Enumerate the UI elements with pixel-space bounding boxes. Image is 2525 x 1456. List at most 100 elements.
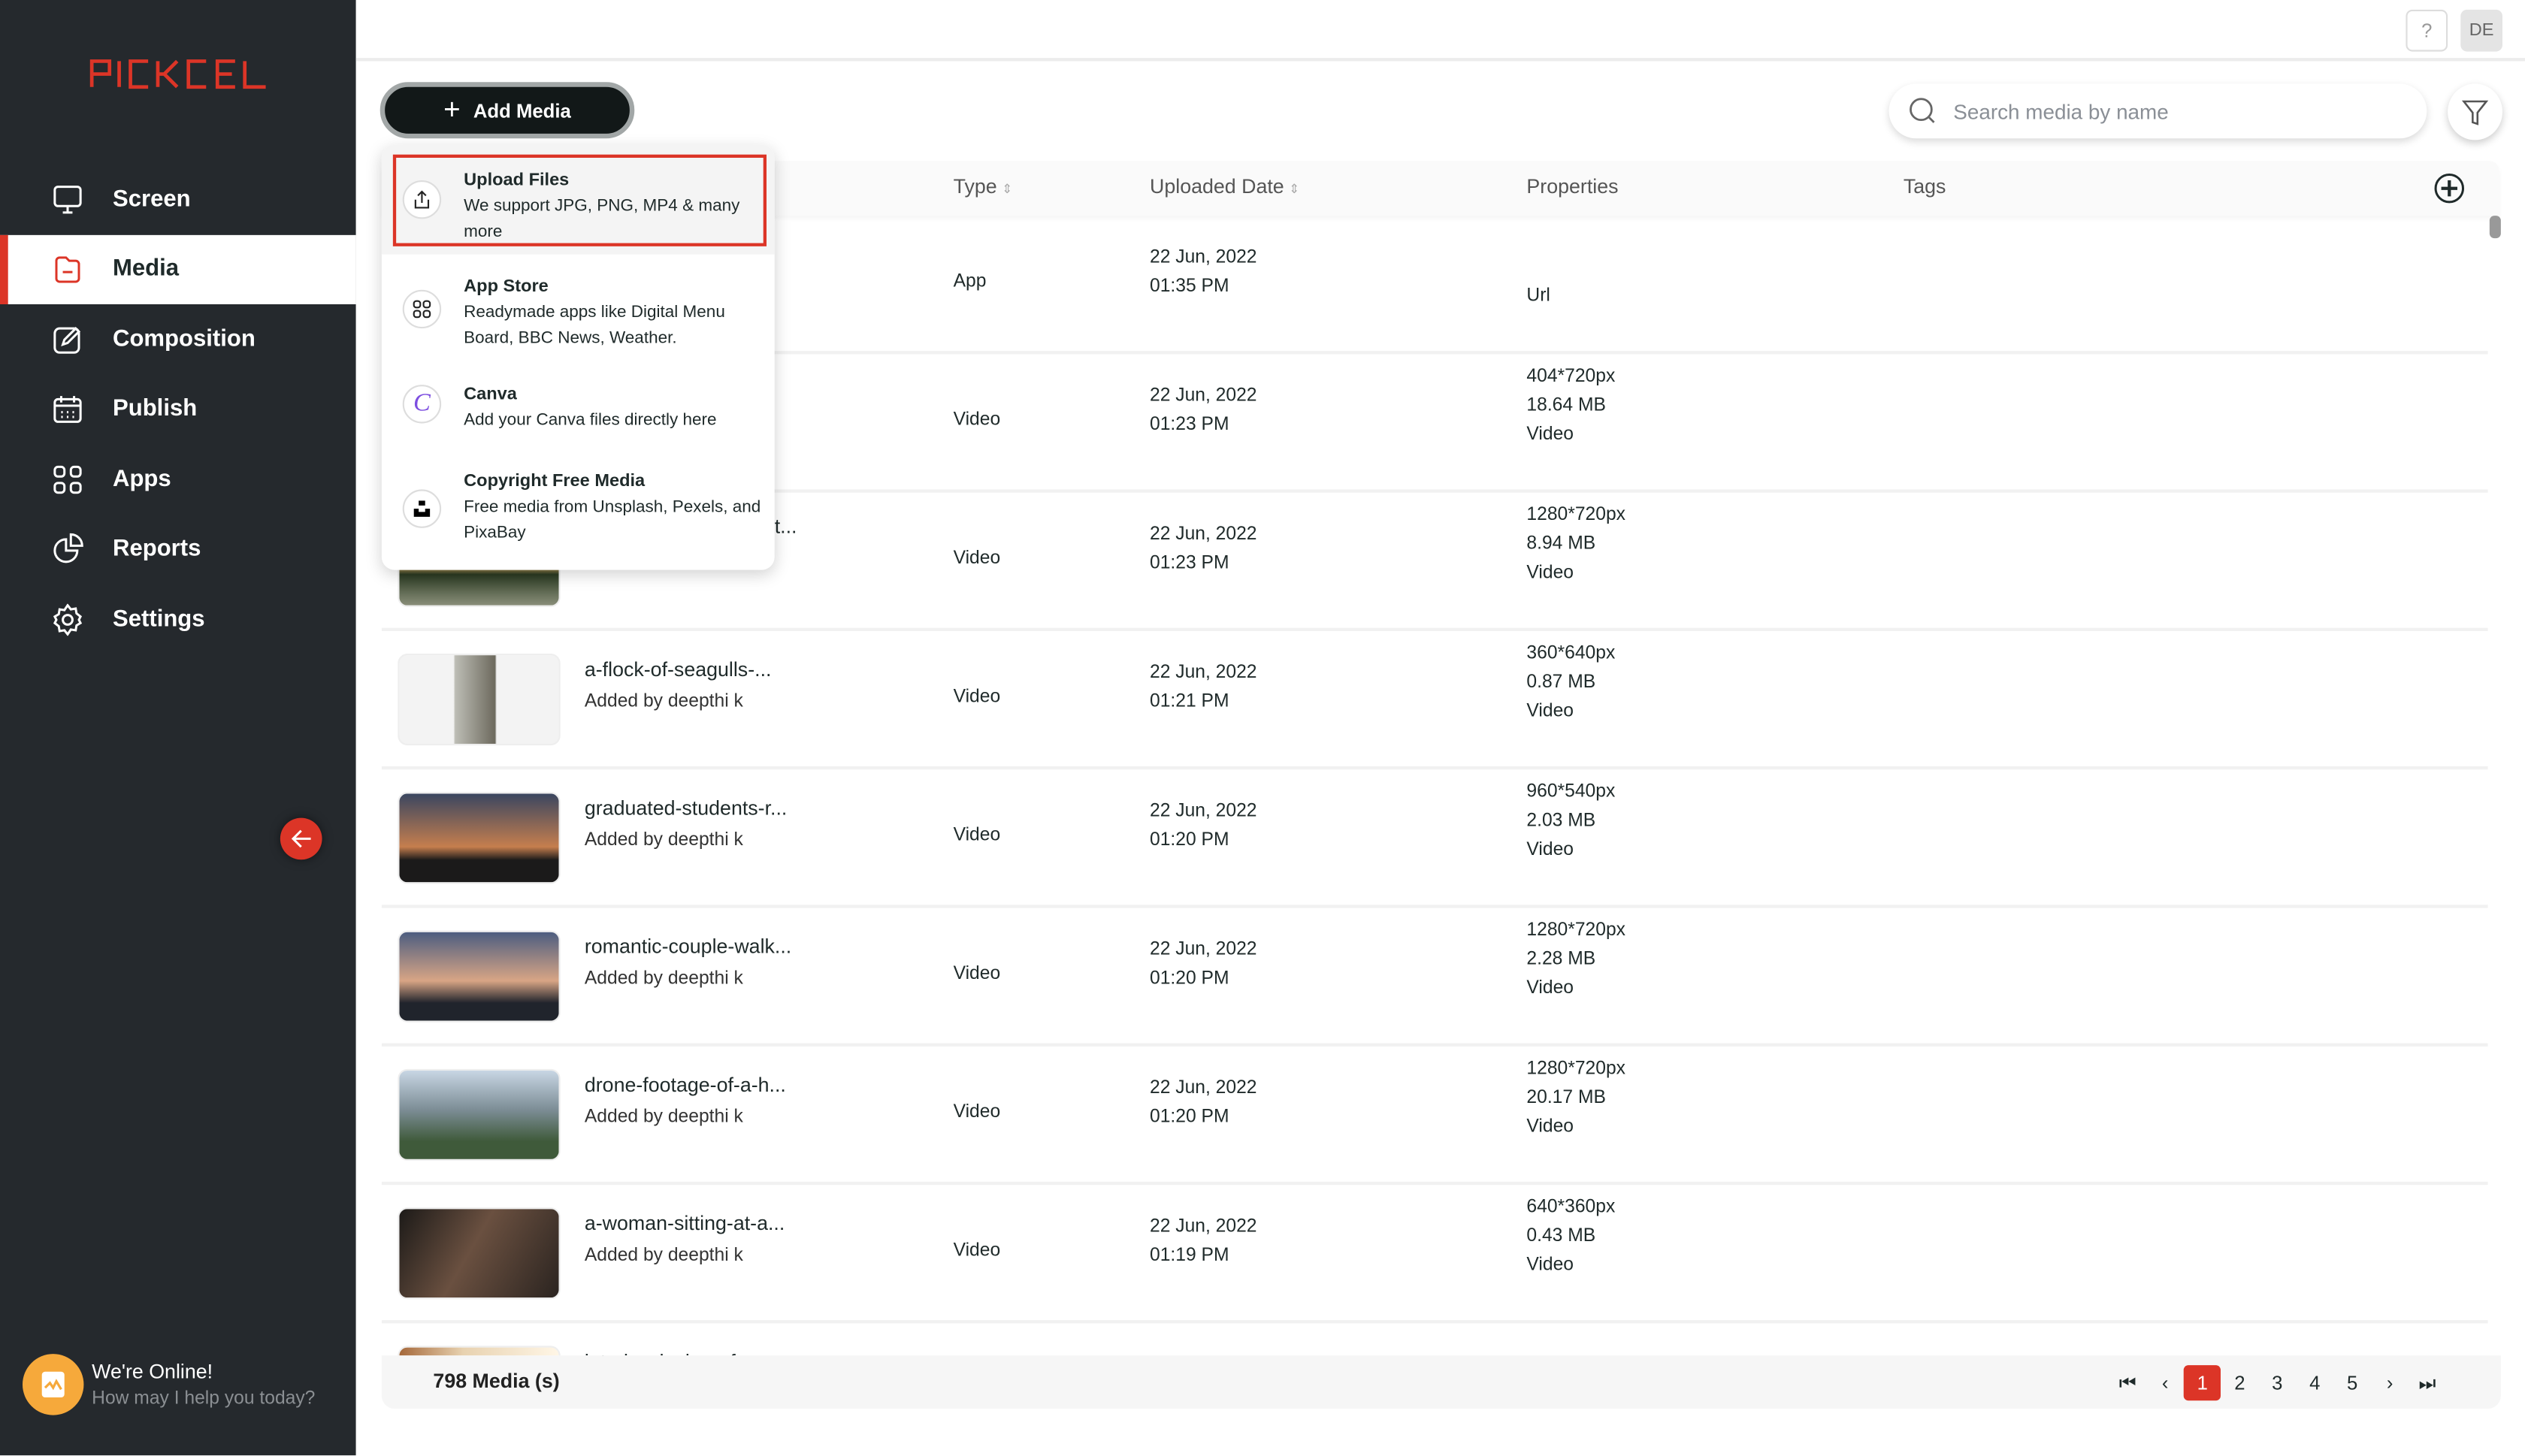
media-added-by: Added by deepthi k (584, 1107, 743, 1127)
media-name[interactable]: drone-footage-of-a-h... (585, 1074, 786, 1096)
help-button[interactable]: ? (2406, 9, 2448, 52)
media-added-by: Added by deepthi k (584, 1246, 743, 1266)
page-5-button[interactable]: 5 (2333, 1365, 2371, 1400)
media-name[interactable]: graduated-students-r... (585, 797, 788, 820)
table-row[interactable]: a-woman-sitting-at-a... Added by deepthi … (381, 1185, 2488, 1324)
canva-icon: C (402, 385, 442, 424)
avatar[interactable]: DE (2460, 9, 2502, 52)
date: 22 Jun, 2022 (1150, 524, 1257, 545)
table-footer: 798 Media (s) ⏮ ‹ 1 2 3 4 5 › ⏭ (381, 1355, 2501, 1409)
media-type: Video (953, 548, 1001, 569)
grid-icon (53, 465, 82, 494)
column-date-label: Uploaded Date (1150, 175, 1284, 198)
scrollbar[interactable] (2489, 216, 2501, 1355)
table-row[interactable]: a-flock-of-seagulls-... Added by deepthi … (381, 631, 2488, 770)
property-line: 18.64 MB (1526, 396, 1606, 415)
search-input[interactable] (1953, 98, 2388, 123)
edit-icon (53, 326, 81, 354)
menu-item-app-store[interactable]: App Store Readymade apps like Digital Men… (382, 255, 775, 363)
date: 22 Jun, 2022 (1150, 1078, 1257, 1098)
sidebar-item-label: Screen (113, 186, 191, 213)
add-media-dropdown: Upload Files We support JPG, PNG, MP4 & m… (381, 144, 775, 570)
page-1-button[interactable]: 1 (2184, 1365, 2221, 1401)
media-type: Video (953, 687, 1001, 707)
column-type[interactable]: Type ⇕ (954, 176, 1013, 198)
plus-circle-icon (2434, 173, 2464, 204)
property-line (1526, 224, 1550, 253)
property-line: 1280*720px (1526, 1059, 1626, 1079)
table-row[interactable]: drone-footage-of-a-h... Added by deepthi … (381, 1047, 2488, 1186)
media-type: Video (953, 964, 1001, 984)
media-name[interactable]: a-flock-of-seagulls-... (585, 658, 772, 681)
sidebar-item-settings[interactable]: Settings (0, 585, 356, 654)
chat-widget[interactable]: We're Online! How may I help you today? (23, 1354, 315, 1415)
plus-icon: + (443, 93, 461, 126)
media-uploaded-date: 22 Jun, 2022 01:20 PM (1150, 935, 1257, 993)
property-line: 2.03 MB (1526, 811, 1596, 831)
media-properties: Url (1526, 224, 1550, 311)
media-thumbnail[interactable] (398, 792, 561, 884)
media-thumbnail[interactable] (398, 1346, 561, 1356)
column-uploaded-date[interactable]: Uploaded Date ⇕ (1150, 176, 1300, 198)
last-page-button[interactable]: ⏭ (2409, 1365, 2446, 1400)
time: 01:35 PM (1150, 276, 1229, 297)
media-thumbnail[interactable] (398, 654, 561, 746)
page-4-button[interactable]: 4 (2296, 1365, 2333, 1400)
page-3-button[interactable]: 3 (2258, 1365, 2296, 1400)
media-uploaded-date: 22 Jun, 2022 01:20 PM (1150, 797, 1257, 855)
search-icon (1910, 98, 1935, 123)
sidebar-item-screen[interactable]: Screen (0, 165, 356, 234)
media-added-by: Added by deepthi k (584, 830, 743, 850)
sidebar-item-composition[interactable]: Composition (0, 304, 356, 374)
media-name[interactable]: romantic-couple-walk... (585, 935, 791, 958)
menu-item-title: Upload Files (464, 171, 570, 190)
sidebar-item-apps[interactable]: Apps (0, 444, 356, 514)
menu-item-upload-files[interactable]: Upload Files We support JPG, PNG, MP4 & m… (381, 144, 775, 255)
property-line: Video (1526, 840, 1574, 860)
table-row[interactable]: romantic-couple-walk... Added by deepthi … (381, 908, 2488, 1047)
media-name[interactable]: a-woman-sitting-at-a... (585, 1213, 785, 1235)
monitor-icon (53, 185, 82, 213)
sidebar-item-label: Apps (113, 466, 171, 493)
table-row[interactable]: interior-design-of-a... (382, 1323, 2488, 1356)
date: 22 Jun, 2022 (1150, 940, 1257, 960)
pickcel-logo (89, 59, 266, 89)
media-uploaded-date: 22 Jun, 2022 01:21 PM (1150, 658, 1257, 716)
media-thumbnail[interactable] (398, 930, 561, 1023)
table-row[interactable]: graduated-students-r... Added by deepthi … (381, 769, 2488, 908)
media-type: Video (953, 1102, 1001, 1122)
sidebar-item-reports[interactable]: Reports (0, 515, 356, 585)
property-line: Video (1526, 702, 1574, 721)
media-uploaded-date: 22 Jun, 2022 01:20 PM (1150, 1074, 1257, 1131)
sidebar-item-media[interactable]: Media (0, 234, 356, 304)
media-thumbnail[interactable] (398, 1068, 561, 1161)
sidebar-item-publish[interactable]: Publish (0, 374, 356, 444)
add-media-button[interactable]: + Add Media (380, 82, 635, 139)
sort-icon: ⇕ (1002, 182, 1013, 197)
scrollbar-thumb[interactable] (2489, 216, 2501, 239)
menu-item-canva[interactable]: C Canva Add your Canva files directly here (382, 362, 775, 446)
media-name[interactable]: t... (775, 515, 797, 538)
menu-item-copyright-free-media[interactable]: Copyright Free Media Free media from Unsp… (382, 446, 775, 570)
time: 01:23 PM (1150, 415, 1229, 435)
sidebar-item-label: Reports (113, 536, 201, 563)
menu-item-title: Canva (464, 385, 517, 404)
first-page-button[interactable]: ⏮ (2109, 1365, 2146, 1400)
media-thumbnail[interactable] (398, 1207, 561, 1300)
collapse-sidebar-button[interactable] (280, 817, 322, 860)
next-page-button[interactable]: › (2371, 1365, 2409, 1400)
filter-button[interactable] (2448, 83, 2502, 140)
property-line (1526, 252, 1550, 282)
media-added-by: Added by deepthi k (584, 969, 743, 989)
date: 22 Jun, 2022 (1150, 1217, 1257, 1237)
time: 01:23 PM (1150, 554, 1229, 573)
prev-page-button[interactable]: ‹ (2146, 1365, 2184, 1400)
page-2-button[interactable]: 2 (2221, 1365, 2258, 1400)
pie-chart-icon (53, 533, 83, 563)
property-line: 360*640px (1526, 644, 1616, 663)
add-column-button[interactable] (2433, 172, 2466, 209)
menu-item-description: Add your Canva files directly here (464, 410, 717, 430)
media-uploaded-date: 22 Jun, 2022 01:35 PM (1150, 243, 1257, 301)
property-line: 960*540px (1526, 782, 1616, 802)
time: 01:20 PM (1150, 1107, 1229, 1127)
